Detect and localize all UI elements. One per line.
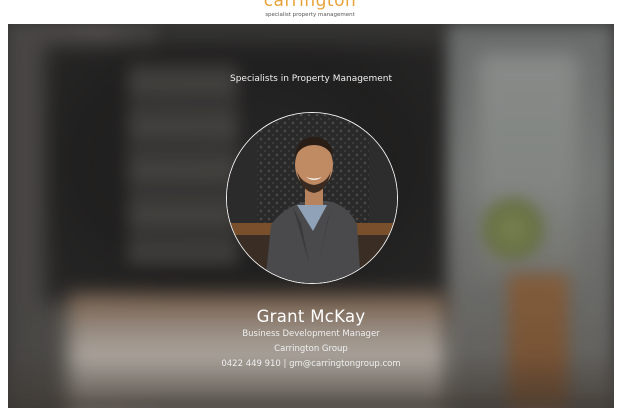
- profile-role: Business Development Manager: [242, 329, 380, 339]
- profile-photo: [226, 112, 398, 284]
- brand-logo-tagline: specialist property management: [265, 12, 355, 18]
- hero-banner: Specialists in Property Management Grant…: [8, 24, 614, 408]
- profile-name: Grant McKay: [256, 307, 366, 326]
- profile-photo-illustration: [227, 113, 397, 283]
- brand-logo-wordmark[interactable]: carrington: [0, 0, 620, 11]
- logo-header: carrington specialist property managemen…: [0, 0, 620, 24]
- email-signature-page: carrington specialist property managemen…: [0, 0, 620, 408]
- profile-company: Carrington Group: [274, 344, 348, 354]
- profile-contact[interactable]: 0422 449 910 | gm@carringtongroup.com: [8, 359, 614, 370]
- hero-tagline: Specialists in Property Management: [230, 74, 392, 84]
